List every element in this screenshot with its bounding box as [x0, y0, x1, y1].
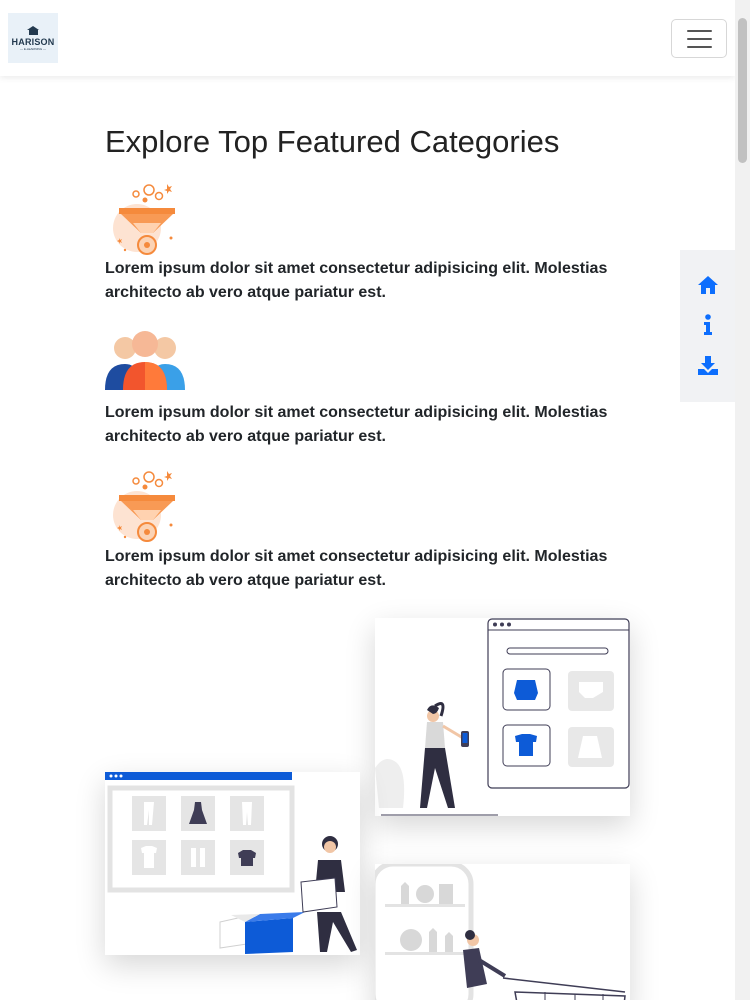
feature-description: Lorem ipsum dolor sit amet consectetur a… — [105, 548, 608, 589]
feature-description: Lorem ipsum dolor sit amet consectetur a… — [105, 404, 608, 445]
vertical-scrollbar[interactable] — [735, 0, 750, 1000]
online-store-illustration — [105, 772, 360, 955]
menu-toggle-button[interactable] — [671, 19, 727, 58]
funnel-icon — [105, 465, 185, 545]
scrollbar-thumb[interactable] — [738, 18, 747, 163]
info-icon[interactable] — [696, 314, 720, 336]
site-logo[interactable]: HARISON — E-LEARNING — — [8, 13, 58, 63]
hamburger-icon — [686, 29, 712, 32]
logo-tagline: — E-LEARNING — — [19, 46, 46, 51]
navbar: HARISON — E-LEARNING — — [0, 0, 735, 76]
funnel-icon — [105, 178, 185, 258]
users-group-icon — [105, 326, 185, 392]
logo-brand-text: HARISON — [11, 36, 55, 47]
download-icon[interactable] — [696, 354, 720, 376]
hamburger-icon-line — [686, 37, 712, 40]
home-icon[interactable] — [696, 274, 720, 296]
side-menu — [680, 250, 735, 402]
page-title: Explore Top Featured Categories — [105, 124, 560, 159]
feature-description: Lorem ipsum dolor sit amet consectetur a… — [105, 260, 608, 301]
grocery-cart-illustration — [375, 864, 630, 1000]
shopping-app-illustration — [375, 618, 630, 816]
hamburger-icon-line — [686, 45, 712, 48]
logo-building-icon — [28, 29, 38, 35]
